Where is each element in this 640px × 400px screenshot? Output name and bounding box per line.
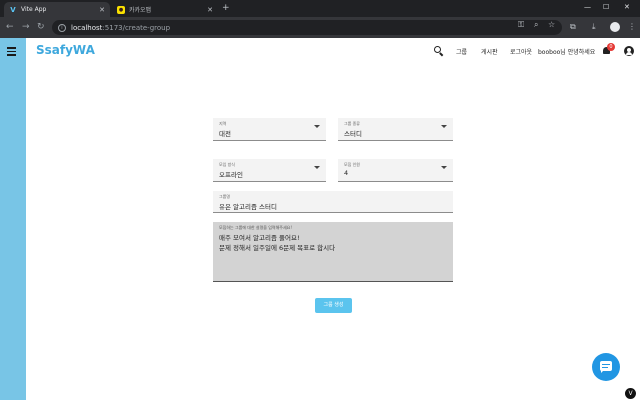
brand-logo[interactable]: SsafyWA bbox=[36, 43, 95, 57]
download-icon[interactable]: ⤓ bbox=[592, 22, 596, 32]
browser-tab-strip: V Vite App ✕ ● 카카오맵 ✕ + — ☐ ✕ bbox=[0, 0, 640, 17]
password-key-icon[interactable]: ⚿ bbox=[518, 20, 524, 30]
nav-link-logout[interactable]: 로그아웃 bbox=[510, 47, 532, 56]
account-icon[interactable] bbox=[624, 46, 634, 56]
field-value: 대전 bbox=[219, 130, 231, 138]
nav-link-board[interactable]: 게시판 bbox=[481, 47, 498, 56]
hamburger-menu-icon[interactable] bbox=[7, 47, 16, 58]
browser-tab-kakaomap[interactable]: ● 카카오맵 ✕ bbox=[112, 2, 218, 17]
new-tab-icon[interactable]: + bbox=[222, 3, 230, 13]
forward-icon[interactable]: → bbox=[22, 22, 30, 32]
url-text: localhost:5173/create-group bbox=[71, 23, 171, 32]
close-window-icon[interactable]: ✕ bbox=[624, 3, 630, 11]
search-icon[interactable] bbox=[434, 46, 444, 57]
field-value: 스터디 bbox=[344, 130, 362, 138]
site-info-icon[interactable]: i bbox=[58, 23, 66, 32]
reload-icon[interactable]: ↻ bbox=[37, 22, 45, 32]
field-label: 그룹명 bbox=[219, 194, 231, 199]
browser-toolbar: ← → ↻ i localhost:5173/create-group ⚿ ⌕ … bbox=[0, 17, 640, 38]
extensions-icon[interactable]: ⧉ bbox=[570, 22, 576, 32]
field-value: 4 bbox=[344, 169, 349, 177]
bookmark-star-icon[interactable]: ☆ bbox=[548, 20, 555, 29]
tab-title: 카카오맵 bbox=[129, 7, 152, 14]
browser-menu-icon[interactable]: ⋮ bbox=[628, 22, 636, 31]
kakaomap-icon: ● bbox=[117, 5, 125, 14]
close-tab-icon[interactable]: ✕ bbox=[99, 6, 105, 14]
dropdown-arrow-icon bbox=[441, 125, 447, 128]
field-value: 오프라인 bbox=[219, 171, 243, 179]
field-label: 모임 방식 bbox=[219, 162, 235, 167]
profile-avatar-icon[interactable] bbox=[610, 22, 620, 32]
minimize-icon[interactable]: — bbox=[584, 3, 591, 11]
description-line: 문제 정해서 일주일에 6문제 목표로 합시다 bbox=[219, 244, 336, 252]
tab-title: Vite App bbox=[21, 6, 47, 13]
meeting-method-select[interactable]: 모임 방식 오프라인 bbox=[213, 159, 326, 182]
field-label: 지역 bbox=[219, 121, 227, 126]
vue-devtools-icon[interactable]: V bbox=[625, 388, 636, 399]
description-line: 매주 모여서 알고리즘 풀어요! bbox=[219, 234, 300, 242]
maximize-icon[interactable]: ☐ bbox=[603, 3, 609, 11]
region-select[interactable]: 지역 대전 bbox=[213, 118, 326, 141]
notification-badge: 0 bbox=[607, 43, 615, 51]
dropdown-arrow-icon bbox=[314, 125, 320, 128]
field-label: 모집 인원 bbox=[344, 162, 360, 167]
dropdown-arrow-icon bbox=[314, 166, 320, 169]
dropdown-arrow-icon bbox=[441, 166, 447, 169]
close-tab-icon[interactable]: ✕ bbox=[207, 6, 213, 14]
field-value: 유은 알고리즘 스터디 bbox=[219, 203, 277, 211]
field-label: 모집하는 그룹에 대한 설명을 입력해주세요! bbox=[219, 225, 292, 230]
back-icon[interactable]: ← bbox=[6, 22, 14, 32]
notification-bell-icon[interactable]: 0 bbox=[602, 43, 615, 56]
browser-tab-vite-app[interactable]: V Vite App ✕ bbox=[4, 2, 110, 17]
user-greeting: booboo님 안녕하세요 bbox=[538, 49, 596, 56]
description-textarea[interactable]: 모집하는 그룹에 대한 설명을 입력해주세요! 매주 모여서 알고리즘 풀어요!… bbox=[213, 222, 453, 282]
member-count-select[interactable]: 모집 인원 4 bbox=[338, 159, 453, 182]
address-bar[interactable]: i localhost:5173/create-group bbox=[52, 20, 562, 35]
field-label: 그룹 종류 bbox=[344, 121, 360, 126]
group-name-field[interactable]: 그룹명 유은 알고리즘 스터디 bbox=[213, 191, 453, 213]
create-group-button[interactable]: 그룹 생성 bbox=[315, 298, 352, 313]
zoom-icon[interactable]: ⌕ bbox=[534, 20, 538, 30]
chat-fab-button[interactable] bbox=[592, 353, 620, 381]
sidebar bbox=[0, 38, 26, 400]
group-type-select[interactable]: 그룹 종류 스터디 bbox=[338, 118, 453, 141]
vite-icon: V bbox=[10, 5, 16, 14]
nav-link-group[interactable]: 그룹 bbox=[456, 47, 467, 56]
